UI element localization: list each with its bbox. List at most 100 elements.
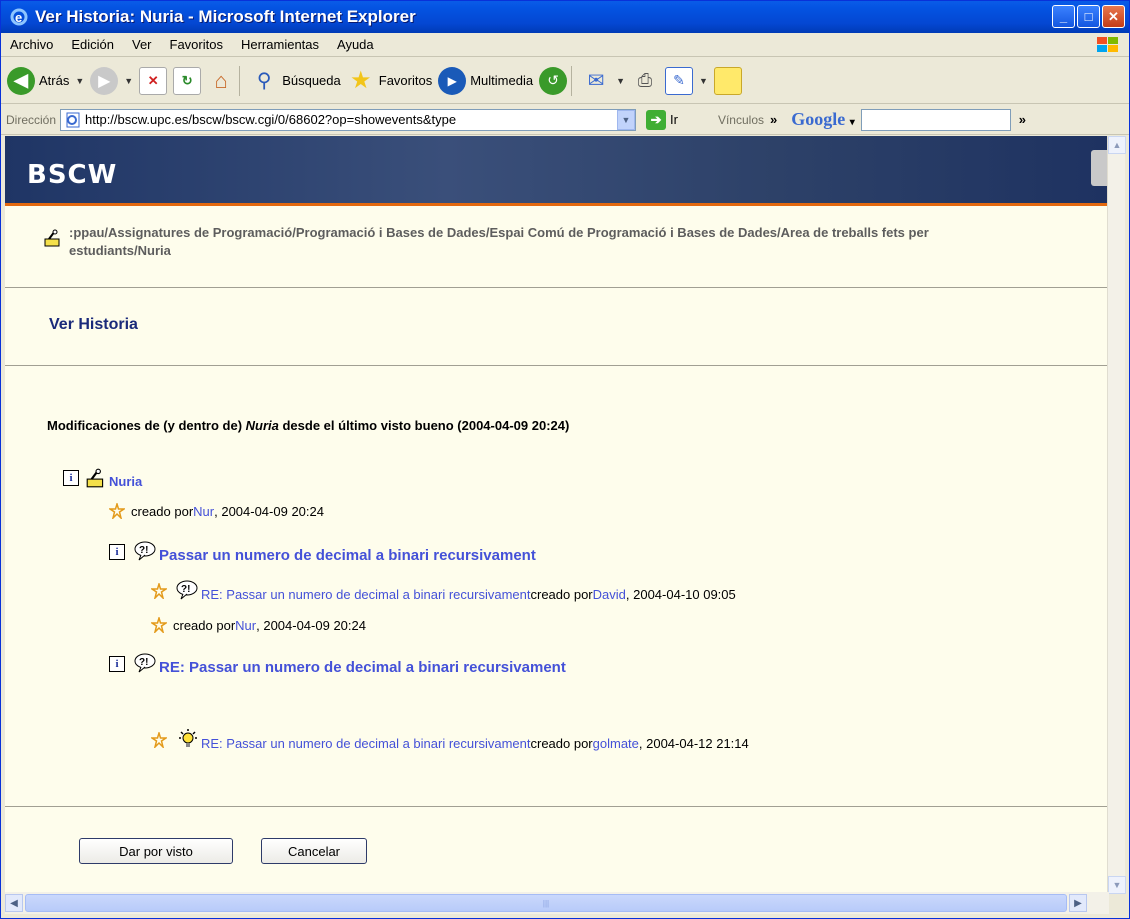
toolbar: ◀ Atrás ▼ ▶ ▼ ✕ ↻ ⌂ ⚲ Búsqueda ★ Favorit… (1, 58, 1129, 104)
menu-bar: Archivo Edición Ver Favoritos Herramient… (1, 33, 1129, 57)
breadcrumb: :ppau/Assignatures de Programació/Progra… (5, 206, 1109, 288)
page-title: Ver Historia (49, 316, 138, 333)
go-button[interactable]: ➔ Ir (642, 109, 678, 130)
menu-herramientas[interactable]: Herramientas (232, 37, 328, 52)
address-bar: Dirección http://bscw.upc.es/bscw/bscw.c… (1, 105, 1129, 135)
workspace-icon (44, 229, 60, 247)
favorites-button[interactable]: ★ Favoritos (347, 67, 432, 95)
root-link[interactable]: Nuria (109, 474, 142, 489)
history-button[interactable]: ↺ (539, 66, 568, 95)
chevron-down-icon[interactable]: ▼ (616, 76, 625, 86)
refresh-icon: ↻ (173, 66, 202, 95)
refresh-button[interactable]: ↻ (173, 66, 202, 95)
go-arrow-icon: ➔ (646, 109, 667, 130)
home-button[interactable]: ⌂ (207, 67, 235, 95)
item-event: RE: Passar un numero de decimal a binari… (151, 728, 749, 752)
scroll-left-icon[interactable]: ◀ (5, 894, 23, 912)
url-text: http://bscw.upc.es/bscw/bscw.cgi/0/68602… (85, 112, 457, 127)
tree-item: i ?! RE: Passar un numero de decimal a b… (109, 651, 566, 676)
user-link[interactable]: golmate (593, 736, 639, 751)
browser-window: e Ver Historia: Nuria - Microsoft Intern… (0, 0, 1130, 919)
scroll-up-icon[interactable]: ▲ (1108, 136, 1126, 154)
sticky-note-icon (713, 66, 742, 95)
vertical-scrollbar[interactable]: ▲ ▼ (1107, 136, 1126, 894)
workspace-icon (86, 468, 104, 488)
stop-icon: ✕ (139, 66, 168, 95)
breadcrumb-path[interactable]: :ppau/Assignatures de Programació/Progra… (69, 224, 999, 260)
address-label: Dirección (6, 112, 57, 127)
page-icon (66, 112, 80, 127)
home-icon: ⌂ (214, 67, 228, 93)
chevron-down-icon[interactable]: ▼ (617, 109, 636, 130)
mark-seen-button[interactable]: Dar por visto (79, 838, 233, 864)
title-bar: e Ver Historia: Nuria - Microsoft Intern… (1, 1, 1129, 33)
url-input[interactable]: http://bscw.upc.es/bscw/bscw.cgi/0/68602… (60, 108, 637, 131)
menu-favoritos[interactable]: Favoritos (161, 37, 232, 52)
bscw-banner: BSCW (5, 136, 1109, 206)
search-icon: ⚲ (256, 70, 272, 92)
chevron-down-icon[interactable]: ▼ (75, 76, 84, 86)
google-toolbar-logo[interactable]: Google ▾ (791, 109, 855, 130)
item-event: ?! RE: Passar un numero de decimal a bin… (151, 579, 736, 603)
notes-button[interactable] (713, 66, 742, 95)
menu-archivo[interactable]: Archivo (1, 37, 62, 52)
scroll-right-icon[interactable]: ▶ (1069, 894, 1087, 912)
cancel-button[interactable]: Cancelar (261, 838, 367, 864)
new-event-icon (151, 732, 167, 748)
svg-text:?!: ?! (139, 657, 148, 668)
discussion-icon: ?! (176, 580, 198, 600)
ie-logo-icon: e (9, 7, 29, 27)
forward-button[interactable]: ▶ ▼ (90, 66, 133, 95)
back-button[interactable]: ◀ Atrás ▼ (7, 66, 84, 95)
chevron-down-icon[interactable]: ▼ (699, 76, 708, 86)
info-icon[interactable]: i (63, 470, 79, 486)
search-button[interactable]: ⚲ Búsqueda (250, 67, 341, 95)
user-link[interactable]: Nur (193, 504, 214, 519)
history-icon: ↺ (539, 66, 568, 95)
menu-edicion[interactable]: Edición (62, 37, 123, 52)
user-link[interactable]: David (593, 587, 626, 602)
new-event-icon (109, 503, 125, 519)
chevron-right-icon[interactable]: » (1019, 112, 1026, 127)
maximize-button[interactable]: □ (1077, 5, 1100, 28)
forward-arrow-icon: ▶ (90, 66, 119, 95)
scroll-thumb[interactable]: ||| (25, 894, 1067, 912)
window-title: Ver Historia: Nuria - Microsoft Internet… (35, 7, 416, 26)
google-search-input[interactable] (860, 108, 1011, 131)
reply-link[interactable]: RE: Passar un numero de decimal a binari… (201, 736, 530, 751)
close-button[interactable]: ✕ (1102, 5, 1125, 28)
discussion-icon: ?! (134, 541, 156, 560)
history-tree: i Nuria creado por Nur, 2004-04-09 20:24… (5, 433, 1109, 693)
modifications-summary: Modificaciones de (y dentro de) Nuria de… (47, 418, 570, 433)
media-button[interactable]: ▶ Multimedia (438, 66, 533, 95)
info-icon[interactable]: i (109, 655, 125, 672)
printer-icon: ⎙ (637, 70, 653, 90)
edit-button[interactable]: ✎ ▼ (665, 66, 708, 95)
links-label[interactable]: Vínculos (718, 113, 764, 127)
chevron-right-icon[interactable]: » (770, 112, 777, 127)
info-icon[interactable]: i (109, 543, 125, 560)
root-event: creado por Nur, 2004-04-09 20:24 (109, 503, 324, 519)
lightbulb-icon (179, 729, 197, 747)
bscw-logo: BSCW (27, 160, 118, 190)
horizontal-scrollbar[interactable]: ◀ ||| ▶ (5, 892, 1109, 914)
reply-link[interactable]: RE: Passar un numero de decimal a binari… (201, 587, 530, 602)
menu-ver[interactable]: Ver (123, 37, 161, 52)
windows-logo-icon (1097, 37, 1118, 52)
print-button[interactable]: ⎙ (631, 67, 659, 95)
tree-item: i ?! Passar un numero de decimal a binar… (109, 539, 536, 564)
stop-button[interactable]: ✕ (139, 66, 168, 95)
item-link[interactable]: Passar un numero de decimal a binari rec… (159, 547, 536, 564)
new-event-icon (151, 583, 167, 599)
item-event: creado por Nur, 2004-04-09 20:24 (151, 617, 366, 633)
edit-icon: ✎ (665, 66, 693, 95)
menu-ayuda[interactable]: Ayuda (328, 37, 383, 52)
user-link[interactable]: Nur (235, 618, 256, 633)
mail-button[interactable]: ✉ ▼ (582, 67, 625, 95)
minimize-button[interactable]: _ (1052, 5, 1075, 28)
item-link[interactable]: RE: Passar un numero de decimal a binari… (159, 659, 566, 676)
svg-text:e: e (15, 10, 22, 25)
scroll-down-icon[interactable]: ▼ (1108, 876, 1126, 894)
chevron-down-icon[interactable]: ▼ (124, 76, 133, 86)
star-icon: ★ (349, 67, 372, 94)
